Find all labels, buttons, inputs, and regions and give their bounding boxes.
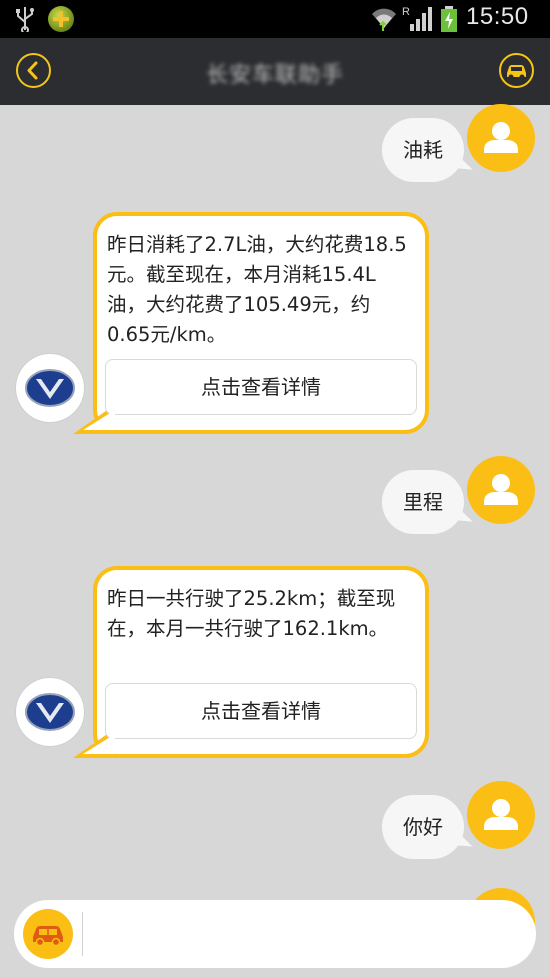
person-icon: [484, 474, 518, 505]
user-message-bubble: 油耗: [382, 118, 464, 182]
message-input-bar: [14, 900, 536, 968]
message-text: 你好: [403, 815, 443, 839]
battery-charging-icon: [441, 6, 457, 32]
car-menu-button[interactable]: [23, 909, 73, 959]
person-icon: [484, 122, 518, 153]
title-bar: 长安车联助手: [0, 38, 550, 105]
app-notification-icon: [48, 6, 74, 32]
bot-avatar[interactable]: [16, 354, 84, 422]
view-details-button[interactable]: 点击查看详情: [105, 359, 417, 415]
input-divider: [82, 912, 83, 956]
status-bar: R 15:50: [0, 0, 550, 38]
message-text: 里程: [403, 490, 443, 514]
svg-text:R: R: [402, 6, 410, 18]
message-input[interactable]: [90, 912, 520, 956]
status-time: 15:50: [466, 3, 529, 30]
user-message-bubble: 你好: [382, 795, 464, 859]
changan-logo-icon: [25, 693, 75, 731]
bot-avatar[interactable]: [16, 678, 84, 746]
car-icon: [507, 65, 526, 80]
message-text: 油耗: [403, 138, 443, 162]
view-details-button[interactable]: 点击查看详情: [105, 683, 417, 739]
changan-logo-icon: [25, 369, 75, 407]
wifi-icon: [372, 8, 396, 31]
user-avatar[interactable]: [467, 104, 535, 172]
car-icon: [33, 926, 63, 947]
usb-icon: [16, 7, 34, 32]
user-avatar[interactable]: [467, 781, 535, 849]
user-avatar[interactable]: [467, 456, 535, 524]
signal-icon: R: [402, 6, 432, 31]
person-icon: [484, 799, 518, 830]
car-button[interactable]: [499, 53, 534, 88]
bot-message-bubble: 昨日消耗了2.7L油，大约花费18.5元。截至现在，本月消耗15.4L油，大约花…: [93, 212, 429, 434]
user-message-bubble: 里程: [382, 470, 464, 534]
message-text: 昨日消耗了2.7L油，大约花费18.5元。截至现在，本月消耗15.4L油，大约花…: [107, 233, 407, 346]
bot-message-bubble: 昨日一共行驶了25.2km；截至现在，本月一共行驶了162.1km。 点击查看详…: [93, 566, 429, 758]
page-title: 长安车联助手: [205, 63, 344, 88]
message-text: 昨日一共行驶了25.2km；截至现在，本月一共行驶了162.1km。: [107, 587, 396, 640]
